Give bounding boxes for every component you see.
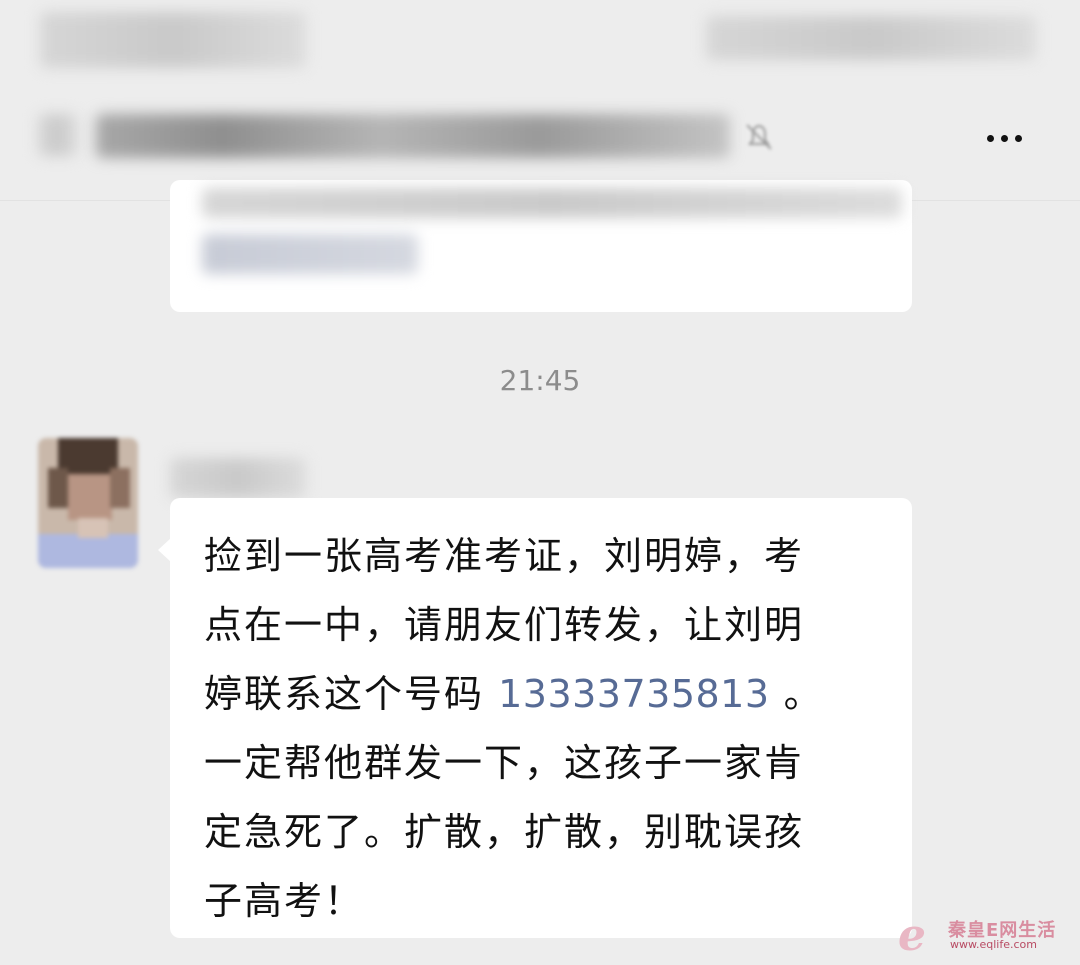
message-text: 捡到一张高考准考证，刘明婷，考 点在一中，请朋友们转发，让刘明 婷联系这个号码 … bbox=[204, 522, 884, 936]
previous-message-bubble[interactable] bbox=[170, 180, 912, 312]
phone-number-link[interactable]: 13333735813 bbox=[498, 672, 769, 716]
more-horizontal-icon[interactable] bbox=[972, 118, 1036, 158]
watermark-logo: e bbox=[898, 910, 926, 961]
message-line: 婷联系这个号码 13333735813 。 bbox=[204, 660, 884, 729]
mute-bell-icon bbox=[746, 124, 772, 150]
message-line: 点在一中，请朋友们转发，让刘明 bbox=[204, 603, 805, 647]
chat-header bbox=[0, 0, 1080, 201]
blurred-status-left bbox=[40, 12, 306, 68]
watermark-url: www.eqlife.com bbox=[950, 938, 1037, 951]
message-timestamp: 21:45 bbox=[499, 364, 581, 397]
message-line-suffix: 。 bbox=[769, 672, 824, 716]
site-watermark: e 秦皇E网生活 www.eqlife.com bbox=[898, 912, 1074, 958]
message-line-prefix: 婷联系这个号码 bbox=[204, 672, 499, 716]
sender-name bbox=[170, 458, 306, 498]
message-line: 捡到一张高考准考证，刘明婷，考 bbox=[204, 534, 805, 578]
blurred-status-right bbox=[706, 16, 1036, 60]
blurred-back-button[interactable] bbox=[38, 114, 78, 156]
blurred-previous-text bbox=[202, 188, 902, 218]
message-line: 一定帮他群发一下，这孩子一家肯 bbox=[204, 741, 805, 785]
sender-avatar[interactable] bbox=[38, 438, 138, 568]
blurred-chat-title bbox=[96, 114, 730, 158]
message-line: 子高考！ bbox=[204, 879, 365, 923]
message-line: 定急死了。扩散，扩散，别耽误孩 bbox=[204, 810, 805, 854]
blurred-previous-text bbox=[202, 234, 418, 274]
